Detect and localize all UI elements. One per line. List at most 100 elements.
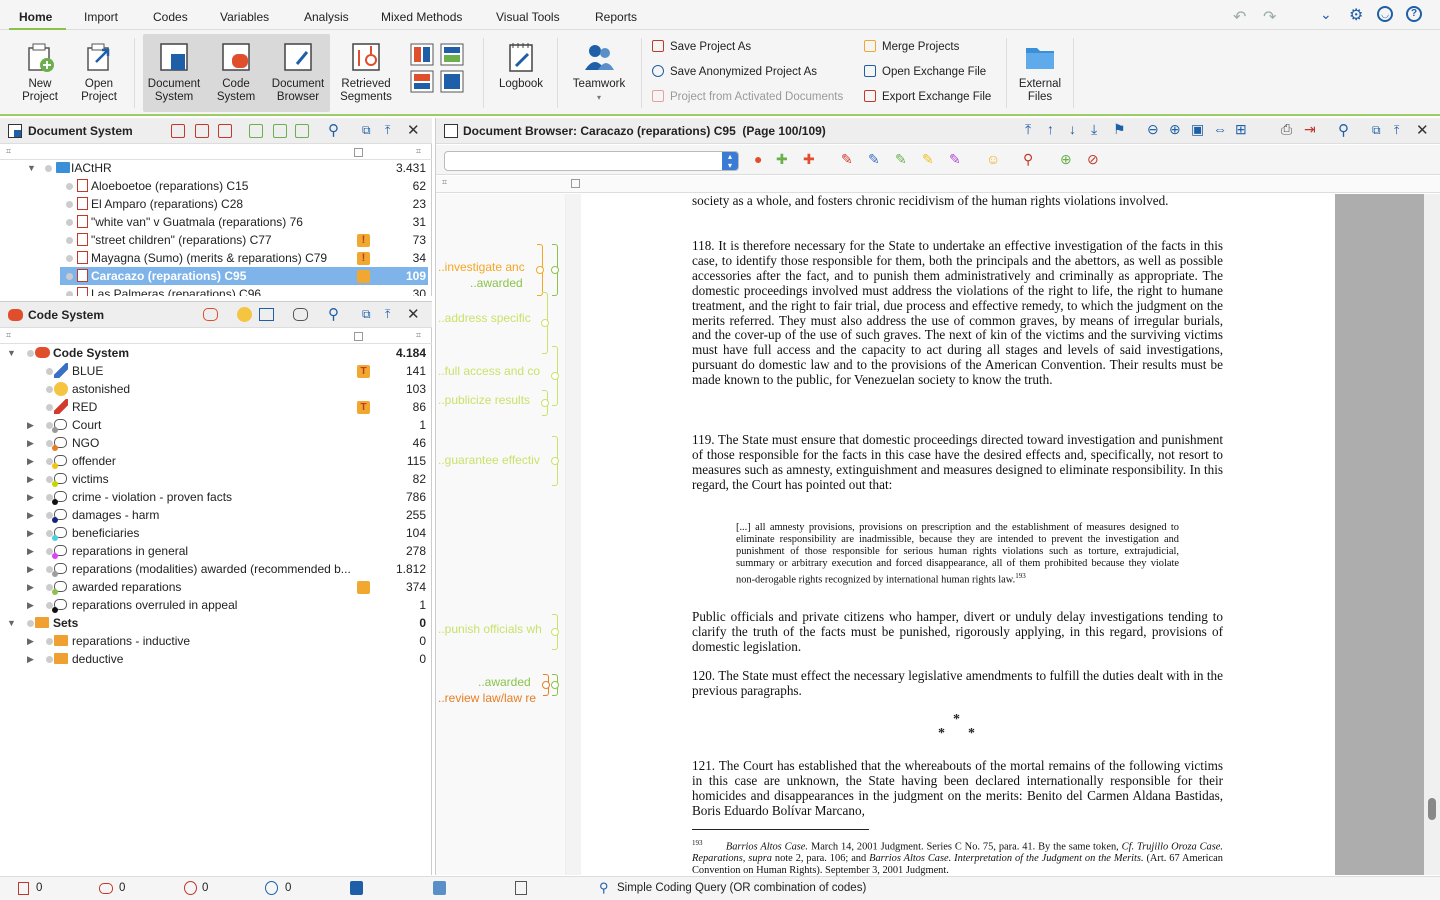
fit-page-icon[interactable]: ▣ [1191,121,1204,138]
code-row[interactable]: ▶ offender 115 [0,452,428,470]
expand-triangle-icon[interactable]: ▶ [27,506,34,524]
coded-segment-label[interactable]: ..awarded [478,675,531,689]
external-files-button[interactable]: External Files [1014,38,1066,104]
activation-dot[interactable] [45,165,52,172]
last-page-icon[interactable]: ⤓ [1091,121,1097,138]
new-project-button[interactable]: New Project [16,38,64,104]
activation-dot[interactable] [27,620,34,627]
document-row[interactable]: Aloeboetoe (reparations) C15 62 [60,177,428,195]
expand-triangle-icon[interactable]: ▶ [27,434,34,452]
memo-icon[interactable]: ! [357,252,370,265]
code-row[interactable]: RED T 86 [0,398,428,416]
undock-icon[interactable]: ⧉ [362,307,371,322]
code-in-vivo-icon[interactable]: ✚ [803,151,815,168]
document-browser-button[interactable]: Document Browser [268,38,328,104]
coded-segment-label[interactable]: ..publicize results [438,393,530,407]
code-segment-icon[interactable]: ⚲ [1023,151,1033,168]
code-table-icon[interactable] [259,308,274,321]
activation-dot[interactable] [66,201,73,208]
layout-grid-icons[interactable] [410,43,466,95]
maximize-icon[interactable]: ⤒ [385,123,390,138]
document-row[interactable]: Las Palmeras (reparations) C96 30 [60,285,428,296]
smiley-icon[interactable]: ◡ [1377,6,1393,22]
set-row[interactable]: ▶ deductive 0 [0,650,428,668]
search-icon[interactable]: ⚲ [328,121,339,139]
code-row[interactable]: ▶ Court 1 [0,416,428,434]
code-row[interactable]: ▶ crime - violation - proven facts 786 [0,488,428,506]
fit-width-icon[interactable]: ⇔ [1213,121,1227,137]
coded-segment-label[interactable]: ..punish officials wh [438,622,542,636]
emoticode-icon[interactable]: ☺ [986,151,1000,167]
tab-mixed-methods[interactable]: Mixed Methods [381,10,462,24]
tab-visual-tools[interactable]: Visual Tools [496,10,560,24]
expand-triangle-icon[interactable]: ▶ [27,596,34,614]
segment-node-icon[interactable] [551,628,559,636]
memo-icon[interactable]: T [357,401,370,414]
activation-dot[interactable] [46,386,53,393]
activation-dot[interactable] [66,219,73,226]
export-icon[interactable]: ⇥ [1304,121,1316,138]
code-row[interactable]: ▶ NGO 46 [0,434,428,452]
open-exchange-file-button[interactable]: Open Exchange File [864,64,986,80]
help-icon[interactable]: ? [1406,6,1422,22]
activation-dot[interactable] [66,183,73,190]
retrieved-segments-button[interactable]: Retrieved Segments [337,38,395,104]
undock-icon[interactable]: ⧉ [1372,123,1381,138]
document-row[interactable]: Mayagna (Sumo) (merits & reparations) C7… [60,249,428,267]
expand-triangle-icon[interactable]: ▶ [27,632,34,650]
bookmark-icon[interactable]: ⚑ [1113,121,1126,138]
remove-link-icon[interactable]: ⊘ [1087,151,1099,168]
tab-analysis[interactable]: Analysis [304,10,349,24]
coded-segment-label[interactable]: ..investigate anc [438,260,525,274]
activation-dot[interactable] [66,291,73,296]
activation-dot[interactable] [66,273,73,280]
deactivate-doc-icon[interactable] [195,124,209,138]
collapse-triangle-icon[interactable]: ▼ [7,344,16,362]
expand-triangle-icon[interactable]: ▶ [27,416,34,434]
search-icon[interactable]: ⚲ [1338,121,1349,139]
document-row[interactable]: "white van" v Guatmala (reparations) 76 3… [60,213,428,231]
code-row[interactable]: ▶ awarded reparations 374 [0,578,428,596]
print-icon[interactable]: ⎙ [1281,121,1292,138]
tab-variables[interactable]: Variables [220,10,269,24]
close-icon[interactable]: ✕ [407,121,420,139]
expand-triangle-icon[interactable]: ▶ [27,470,34,488]
code-system-button[interactable]: Code System [208,38,264,104]
code-set-icon[interactable] [293,308,308,321]
new-code-icon[interactable] [203,308,218,321]
memo-icon[interactable]: ! [357,234,370,247]
activation-dot[interactable] [46,656,53,663]
coded-segment-label[interactable]: ..guarantee effectiv [438,453,540,467]
project-from-activated-button[interactable]: Project from Activated Documents [652,89,843,105]
document-row[interactable]: "street children" (reparations) C77! 73 [60,231,428,249]
close-icon[interactable]: ✕ [1416,121,1429,139]
logbook-button[interactable]: Logbook [495,38,547,91]
expand-triangle-icon[interactable]: ▶ [27,524,34,542]
segment-node-icon[interactable] [551,372,559,380]
collapse-triangle-icon[interactable]: ▼ [7,614,16,632]
coded-segment-label[interactable]: ..awarded [470,276,523,290]
expand-triangle-icon[interactable]: ▶ [27,542,34,560]
first-page-icon[interactable]: ⤒ [1025,121,1031,138]
new-code-with-selection-icon[interactable]: ✚ [776,151,788,168]
magenta-highlighter-icon[interactable]: ✎ [949,151,961,168]
coded-segment-label[interactable]: ..review law/law re [438,691,536,705]
emoticode-icon[interactable] [237,307,252,322]
code-row[interactable]: ▶ damages - harm 255 [0,506,428,524]
document-system-button[interactable]: Document System [145,38,203,104]
filter-doc-icon[interactable] [218,124,232,138]
collapse-triangle-icon[interactable]: ▼ [27,159,36,177]
code-row[interactable]: BLUE T 141 [0,362,428,380]
memo-icon[interactable] [357,270,370,283]
export-exchange-file-button[interactable]: Export Exchange File [864,89,991,105]
save-project-as-button[interactable]: Save Project As [652,39,751,55]
activation-dot[interactable] [66,255,73,262]
next-page-icon[interactable]: ↓ [1069,121,1076,137]
previous-page-icon[interactable]: ↑ [1047,121,1054,137]
coded-segment-label[interactable]: ..full access and co [438,364,540,378]
save-anonymized-button[interactable]: Save Anonymized Project As [652,64,817,80]
activation-dot[interactable] [46,368,53,375]
red-highlighter-icon[interactable]: ✎ [841,151,853,168]
tab-import[interactable]: Import [84,10,118,24]
code-with-selected-icon[interactable]: ● [754,151,762,167]
